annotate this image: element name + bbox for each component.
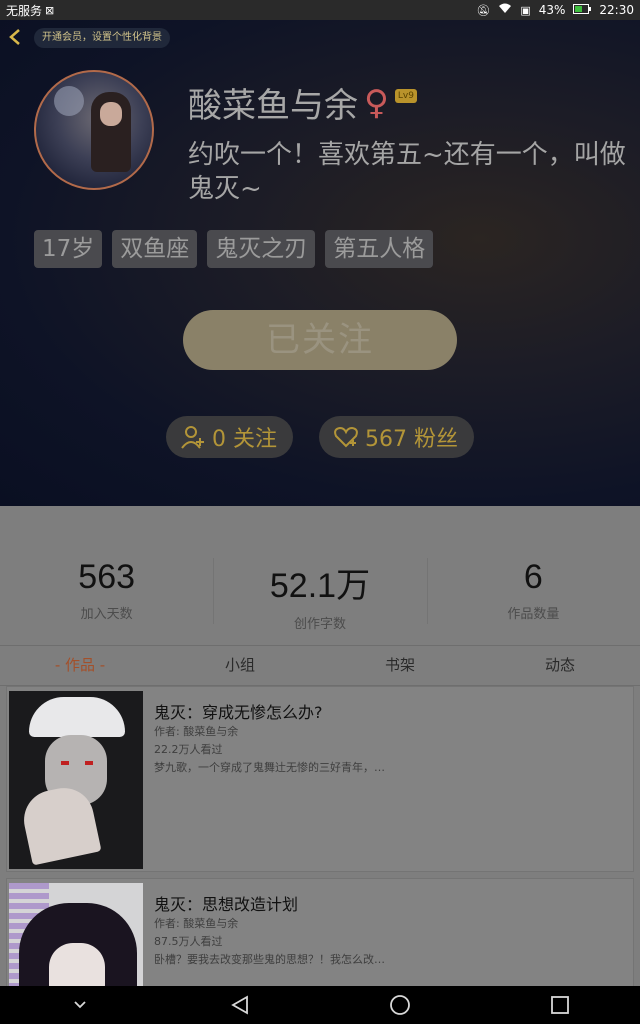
work-author: 作者: 酸菜鱼与余 <box>154 725 239 738</box>
stat-value: 6 <box>523 558 543 596</box>
following-button[interactable]: 0 关注 <box>166 416 293 458</box>
work-card[interactable]: 鬼灭：穿成无惨怎么办? 作者: 酸菜鱼与余 22.2万人看过 梦九歌，一个穿成了… <box>6 686 634 872</box>
follow-button[interactable]: 已关注 <box>183 310 457 370</box>
stat-label: 创作字数 <box>293 617 346 632</box>
work-cover-image <box>9 691 143 869</box>
tag-interest: 鬼灭之刃 <box>207 230 316 268</box>
tab-groups[interactable]: 小组 <box>160 646 320 685</box>
wifi-icon <box>498 3 512 17</box>
tag-zodiac: 双鱼座 <box>112 230 198 268</box>
work-title: 鬼灭：穿成无惨怎么办? <box>154 703 323 722</box>
signature: 约吹一个！喜欢第五~还有一个，叫做鬼灭~ <box>188 140 626 204</box>
sim-icon: ⊠ <box>45 3 55 17</box>
tab-works[interactable]: - 作品 - <box>0 646 160 685</box>
level-badge: Lv9 <box>394 88 417 103</box>
work-excerpt: 梦九歌，一个穿成了鬼舞辻无惨的三好青年，… <box>154 761 385 774</box>
work-excerpt: 卧槽？要我去改变那些鬼的思想？！我怎么改… <box>154 953 385 966</box>
female-icon: ♀ <box>364 82 389 123</box>
fans-count: 567 粉丝 <box>365 427 458 452</box>
cover-eye <box>85 761 93 765</box>
profile-header: 开通会员，设置个性化背景 酸菜鱼与余 ♀ Lv9 约吹一个！喜欢第五~还有一个，… <box>0 20 640 506</box>
nickname: 酸菜鱼与余 <box>188 86 358 126</box>
back-icon[interactable] <box>8 28 26 46</box>
system-nav-bar <box>0 986 640 1024</box>
stats-row: 563 加入天数 52.1万 创作字数 6 作品数量 <box>0 506 640 646</box>
tag-age: 17岁 <box>34 230 103 268</box>
vip-banner[interactable]: 开通会员，设置个性化背景 <box>34 28 170 48</box>
add-person-icon <box>180 424 206 450</box>
stat-label: 加入天数 <box>80 607 133 622</box>
stat-words: 52.1万 创作字数 <box>213 558 426 645</box>
following-count: 0 关注 <box>212 427 277 452</box>
battery-icon <box>573 3 592 17</box>
cover-eye <box>61 761 69 765</box>
fans-button[interactable]: 567 粉丝 <box>319 416 474 458</box>
work-views: 22.2万人看过 <box>154 743 223 756</box>
tab-bar: - 作品 - 小组 书架 动态 <box>0 646 640 686</box>
battery-level: 43% <box>538 3 566 17</box>
heart-icon <box>333 424 359 450</box>
tab-bookshelf[interactable]: 书架 <box>320 646 480 685</box>
mute-icon: 🔕︎ <box>476 3 491 17</box>
avatar[interactable] <box>34 70 154 190</box>
stat-value: 563 <box>78 558 136 596</box>
work-author: 作者: 酸菜鱼与余 <box>154 917 239 930</box>
status-bar: 无服务 ⊠ 🔕︎ ▣ 43% 22:30 <box>0 0 640 20</box>
work-title: 鬼灭：思想改造计划 <box>154 895 299 914</box>
carrier-label: 无服务 <box>6 3 43 18</box>
stat-value: 52.1万 <box>269 567 371 605</box>
stat-works: 6 作品数量 <box>426 558 640 645</box>
tag-interest: 第五人格 <box>325 230 434 268</box>
stat-label: 作品数量 <box>507 607 560 622</box>
work-views: 87.5万人看过 <box>154 935 223 948</box>
recents-nav-icon[interactable] <box>540 990 580 1020</box>
nickname-row: 酸菜鱼与余 ♀ Lv9 <box>188 78 417 127</box>
stat-days: 563 加入天数 <box>0 558 213 645</box>
avatar-face <box>100 102 122 126</box>
cover-hat <box>29 697 125 737</box>
clock: 22:30 <box>599 3 634 17</box>
back-nav-icon[interactable] <box>220 990 260 1020</box>
tab-activity[interactable]: 动态 <box>480 646 640 685</box>
sd-icon: ▣ <box>520 3 531 17</box>
home-nav-icon[interactable] <box>380 990 420 1020</box>
tag-list: 17岁 双鱼座 鬼灭之刃 第五人格 <box>34 230 434 268</box>
avatar-moon <box>54 86 84 116</box>
hide-keyboard-icon[interactable] <box>60 990 100 1020</box>
